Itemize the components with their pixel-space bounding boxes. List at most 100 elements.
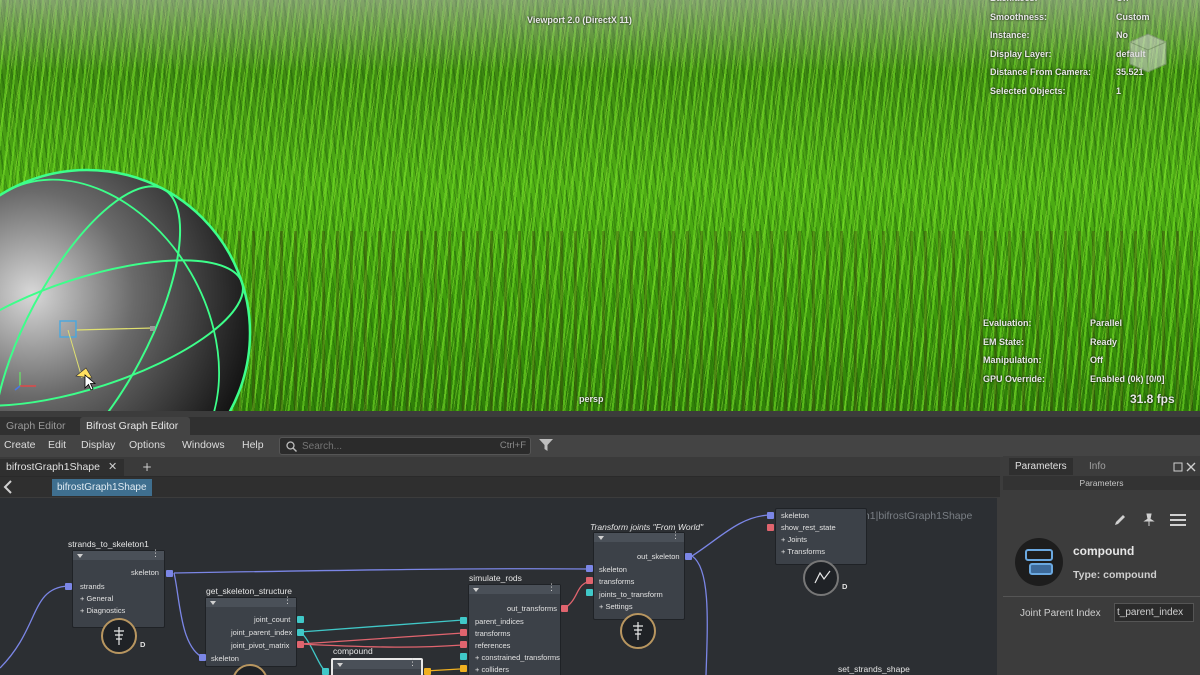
node-header — [469, 583, 560, 594]
graph-icon — [814, 570, 831, 584]
pencil-icon[interactable] — [1113, 513, 1127, 527]
output-port[interactable] — [166, 570, 173, 577]
wire — [691, 514, 771, 557]
node-skeleton-viewer[interactable]: skeleton show_rest_state + Joints + Tran… — [775, 508, 867, 565]
output-port[interactable] — [297, 616, 304, 623]
port-label: joint_count — [254, 615, 291, 624]
graph-tab-bar: bifrostGraph1Shape ✕ + — [0, 457, 1000, 477]
port-label: skeleton — [781, 511, 809, 520]
fps-counter: 31.8 fps — [1130, 392, 1175, 406]
input-port[interactable] — [767, 524, 774, 531]
input-port[interactable] — [460, 629, 467, 636]
tab-bifrost-graph-editor[interactable]: Bifrost Graph Editor — [80, 417, 190, 435]
badge-letter: D — [140, 640, 146, 649]
output-port[interactable] — [297, 641, 304, 648]
search-box[interactable]: Ctrl+F — [279, 437, 531, 455]
hud-row: Selected Objects: 1 — [990, 85, 1122, 96]
menu-help[interactable]: Help — [242, 439, 264, 451]
port-label: out_transforms — [507, 604, 558, 613]
input-port[interactable] — [460, 641, 467, 648]
menu-edit[interactable]: Edit — [48, 439, 66, 451]
node-header — [333, 658, 421, 669]
port-label: joint_parent_index — [231, 628, 293, 637]
input-port[interactable] — [586, 589, 593, 596]
tab-parameters[interactable]: Parameters — [1009, 458, 1073, 475]
graph-tab-bifrostgraph1shape[interactable]: bifrostGraph1Shape — [0, 459, 124, 476]
joint-parent-index-label: Joint Parent Index — [1020, 608, 1101, 619]
search-shortcut-label: Ctrl+F — [499, 440, 526, 451]
viewport-3d[interactable]: Viewport 2.0 (DirectX 11) Backfaces:On S… — [0, 0, 1200, 411]
node-get-skeleton-structure[interactable]: joint_count joint_parent_index joint_piv… — [205, 596, 297, 667]
port-label: strands — [80, 582, 105, 591]
port-label: skeleton — [131, 568, 159, 577]
wire — [0, 585, 69, 669]
node-compound-selected[interactable] — [331, 658, 423, 675]
input-port[interactable] — [460, 665, 467, 672]
output-port[interactable] — [561, 605, 568, 612]
hud-evaluation-details: Evaluation: Parallel EM State: Ready Manip… — [983, 318, 1193, 392]
port-label: + colliders — [475, 665, 509, 674]
port-label: + Transforms — [781, 547, 825, 556]
divider — [1003, 596, 1200, 597]
menu-options[interactable]: Options — [129, 439, 165, 451]
menu-create[interactable]: Create — [4, 439, 36, 451]
breadcrumb[interactable]: bifrostGraph1Shape — [52, 479, 152, 496]
wire — [299, 631, 327, 672]
add-tab-button[interactable]: + — [142, 460, 152, 474]
node-strands-to-skeleton[interactable]: skeleton strands + General + Diagnostics — [72, 549, 165, 628]
pin-icon[interactable] — [1142, 513, 1156, 527]
port-label: + constrained_transforms — [475, 653, 560, 662]
node-transform-joints[interactable]: out_skeleton skeleton transforms joints_… — [593, 531, 685, 620]
input-port[interactable] — [460, 617, 467, 624]
tab-graph-editor[interactable]: Graph Editor — [0, 417, 72, 435]
tab-info[interactable]: Info — [1089, 458, 1106, 475]
joint-parent-index-field[interactable] — [1114, 603, 1194, 622]
wire — [173, 572, 205, 659]
selected-node-type: Type: compound — [1073, 569, 1157, 581]
node-header — [206, 596, 296, 607]
input-port[interactable] — [586, 565, 593, 572]
close-tab-icon[interactable]: ✕ — [108, 460, 117, 473]
transform-gizmo[interactable] — [58, 318, 158, 388]
node-header — [594, 531, 684, 542]
port-label: joints_to_transform — [599, 590, 663, 599]
menu-display[interactable]: Display — [81, 439, 115, 451]
menu-windows[interactable]: Windows — [182, 439, 225, 451]
output-port[interactable] — [424, 668, 431, 675]
port-label: skeleton — [599, 565, 627, 574]
search-icon — [286, 441, 297, 452]
output-port[interactable] — [297, 629, 304, 636]
port-label: joint_pivot_matrix — [231, 641, 290, 650]
input-port[interactable] — [586, 577, 593, 584]
input-port[interactable] — [322, 668, 329, 675]
input-port[interactable] — [767, 512, 774, 519]
node-title: strands_to_skeleton1 — [68, 539, 149, 549]
search-input[interactable] — [302, 439, 472, 453]
node-title: compound — [333, 646, 373, 656]
input-port[interactable] — [460, 653, 467, 660]
hamburger-menu-icon[interactable] — [1170, 513, 1186, 527]
selected-node-name: compound — [1073, 544, 1135, 558]
hud-row: GPU Override: Enabled (0k) [0/0] — [983, 373, 1165, 384]
skeleton-icon — [114, 627, 124, 645]
parameters-tab-bar: Parameters Info — [1003, 458, 1200, 475]
menu-bar: Create Edit Display Options Windows Help… — [0, 435, 1200, 457]
node-graph-canvas[interactable]: bifrostGraph1|bifrostGraph1Shape strands… — [0, 498, 997, 675]
node-badge — [620, 613, 656, 649]
panel-window-icons[interactable] — [1173, 461, 1197, 473]
view-cube-icon[interactable] — [1124, 28, 1170, 76]
port-label: + Diagnostics — [80, 606, 126, 615]
viewport-renderer-label: Viewport 2.0 (DirectX 11) — [527, 15, 632, 25]
output-port[interactable] — [685, 553, 692, 560]
mouse-cursor-icon — [84, 374, 97, 391]
input-port[interactable] — [65, 583, 72, 590]
port-label: transforms — [599, 577, 635, 586]
wire — [299, 632, 464, 645]
port-label: skeleton — [211, 654, 239, 663]
input-port[interactable] — [199, 654, 206, 661]
filter-icon[interactable] — [539, 439, 553, 452]
node-simulate-rods[interactable]: out_transforms parent_indices transforms… — [468, 583, 561, 675]
hud-row: Evaluation: Parallel — [983, 318, 1123, 328]
graph-tab-label: bifrostGraph1Shape — [6, 461, 100, 473]
chevron-left-icon[interactable] — [2, 480, 14, 494]
